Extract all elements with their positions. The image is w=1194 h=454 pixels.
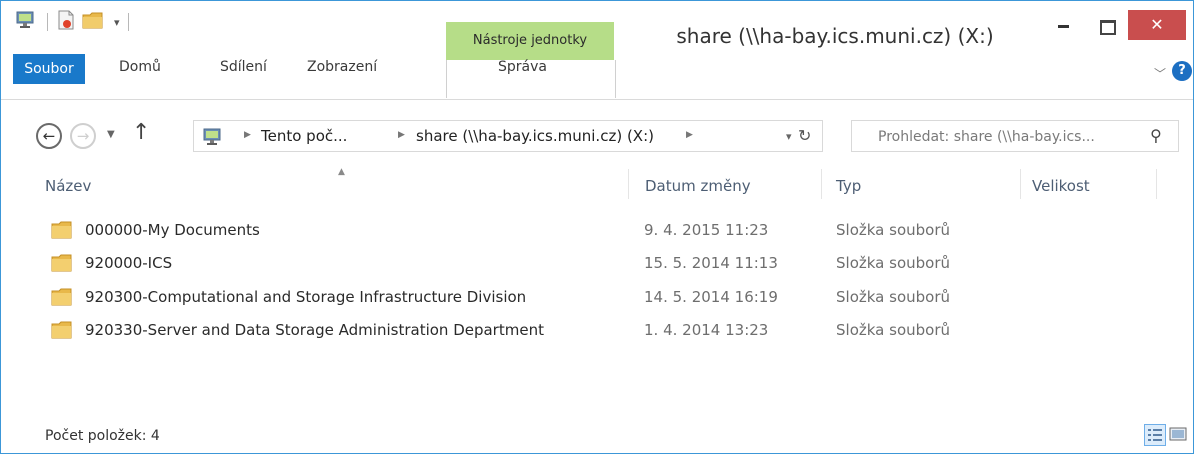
explorer-window: ▾ Nástroje jednotky share (\\ha-bay.ics.…	[0, 0, 1194, 454]
file-type: Složka souborů	[836, 288, 950, 306]
file-type: Složka souborů	[836, 321, 950, 339]
breadcrumb-separator-icon[interactable]: ▶	[686, 130, 693, 140]
minimize-button[interactable]	[1041, 1, 1087, 33]
folder-icon	[51, 287, 73, 307]
properties-icon[interactable]	[56, 9, 76, 35]
up-button[interactable]: ↑	[132, 120, 150, 145]
computer-icon	[202, 127, 224, 151]
column-divider[interactable]	[1020, 169, 1021, 199]
file-name: 920000-ICS	[85, 254, 173, 272]
file-type: Složka souborů	[836, 221, 950, 239]
column-divider[interactable]	[1156, 169, 1157, 199]
breadcrumb-separator-icon[interactable]: ▶	[244, 130, 251, 140]
details-view-button[interactable]	[1144, 424, 1166, 446]
computer-icon[interactable]	[15, 10, 37, 34]
file-date: 1. 4. 2014 13:23	[644, 321, 769, 339]
expand-ribbon-icon[interactable]: ﹀	[1154, 65, 1166, 82]
column-header-size[interactable]: Velikost	[1032, 177, 1090, 195]
file-row[interactable]: 920330-Server and Data Storage Administr…	[41, 315, 1161, 347]
sort-ascending-icon: ▲	[338, 167, 345, 177]
qat-separator	[127, 13, 129, 31]
column-header-date[interactable]: Datum změny	[645, 177, 751, 195]
new-folder-icon[interactable]	[82, 10, 104, 34]
breadcrumb-share[interactable]: share (\\ha-bay.ics.muni.cz) (X:)	[416, 127, 654, 145]
column-divider[interactable]	[821, 169, 822, 199]
address-bar[interactable]: ▶ Tento poč... ▶ share (\\ha-bay.ics.mun…	[193, 120, 823, 152]
file-row[interactable]: 920300-Computational and Storage Infrast…	[41, 282, 1161, 314]
folder-icon	[51, 220, 73, 240]
column-header-name[interactable]: Název	[45, 177, 91, 195]
minimize-icon	[1058, 25, 1069, 28]
folder-icon	[51, 320, 73, 340]
forward-arrow-icon: →	[76, 127, 90, 145]
file-date: 15. 5. 2014 11:13	[644, 254, 778, 272]
file-type: Složka souborů	[836, 254, 950, 272]
forward-button[interactable]: →	[70, 123, 96, 149]
folder-icon	[51, 253, 73, 273]
file-date: 14. 5. 2014 16:19	[644, 288, 778, 306]
status-item-count: Počet položek: 4	[45, 428, 160, 444]
back-button[interactable]: ←	[36, 123, 62, 149]
back-arrow-icon: ←	[42, 127, 56, 145]
search-box[interactable]: ⚲	[851, 120, 1179, 152]
file-name: 000000-My Documents	[85, 221, 260, 239]
file-name: 920300-Computational and Storage Infrast…	[85, 288, 527, 306]
drive-tools-title: Nástroje jednotky	[446, 22, 614, 60]
breadcrumb-this-pc[interactable]: Tento poč...	[261, 127, 347, 145]
close-button[interactable]: ✕	[1128, 10, 1186, 40]
close-icon: ✕	[1150, 15, 1164, 34]
maximize-button[interactable]	[1087, 1, 1133, 35]
tab-manage[interactable]: Správa	[498, 57, 547, 77]
window-title: share (\\ha-bay.ics.muni.cz) (X:)	[676, 24, 994, 48]
tab-file[interactable]: Soubor	[13, 54, 85, 84]
tab-view[interactable]: Zobrazení	[307, 57, 377, 77]
qat-separator	[47, 13, 48, 31]
qat-dropdown-icon[interactable]: ▾	[114, 16, 120, 29]
help-button[interactable]: ?	[1172, 61, 1192, 81]
tab-share[interactable]: Sdílení	[220, 57, 267, 77]
file-date: 9. 4. 2015 11:23	[644, 221, 769, 239]
breadcrumb-separator-icon[interactable]: ▶	[398, 130, 405, 140]
refresh-icon[interactable]: ↻	[798, 126, 811, 145]
up-arrow-icon: ↑	[132, 120, 151, 145]
maximize-icon	[1100, 20, 1116, 35]
ribbon-divider	[1, 99, 1193, 100]
large-icons-view-button[interactable]	[1168, 424, 1190, 446]
file-name: 920330-Server and Data Storage Administr…	[85, 321, 544, 339]
tab-home[interactable]: Domů	[119, 57, 161, 77]
column-divider[interactable]	[628, 169, 629, 199]
recent-locations-icon[interactable]: ▼	[107, 129, 115, 140]
address-dropdown-icon[interactable]: ▾	[786, 130, 792, 143]
search-input[interactable]	[876, 125, 1142, 149]
details-view-icon	[1148, 429, 1162, 441]
large-icons-view-icon	[1169, 427, 1187, 441]
search-icon[interactable]: ⚲	[1150, 126, 1162, 145]
column-header-type[interactable]: Typ	[836, 177, 861, 195]
file-row[interactable]: 000000-My Documents 9. 4. 2015 11:23 Slo…	[41, 215, 1161, 247]
file-row[interactable]: 920000-ICS 15. 5. 2014 11:13 Složka soub…	[41, 248, 1161, 280]
quick-access-toolbar: ▾	[15, 9, 137, 35]
